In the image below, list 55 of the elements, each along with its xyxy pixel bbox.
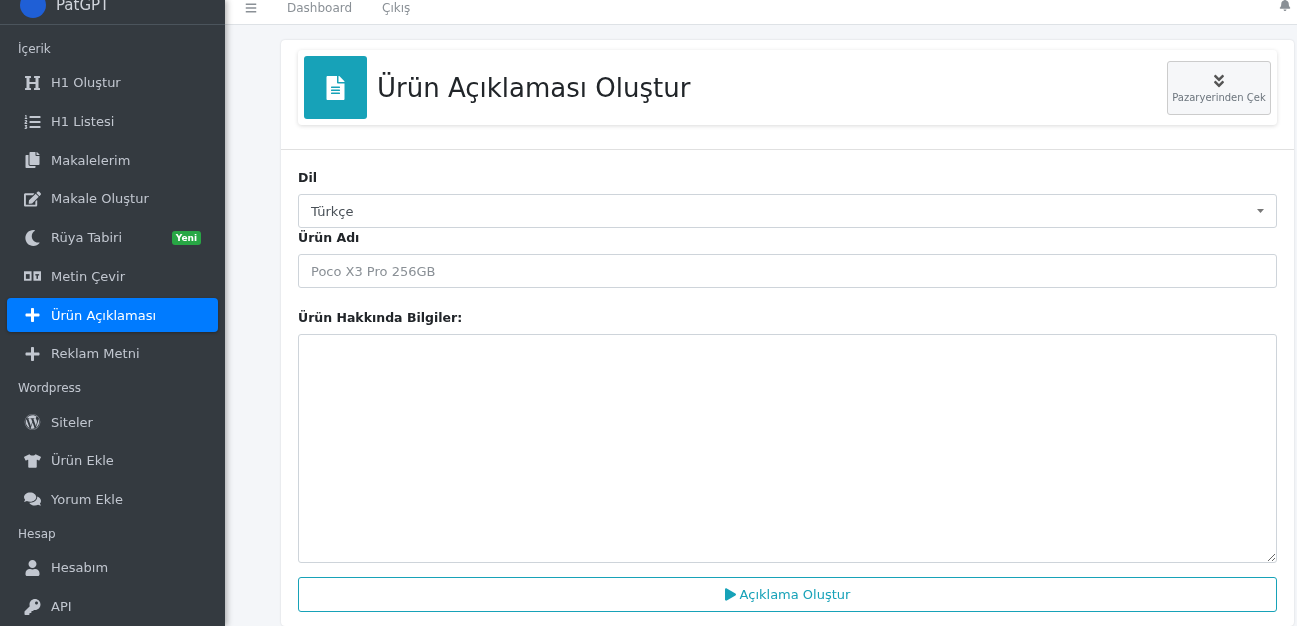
language-select[interactable]: Türkçe <box>298 194 1277 228</box>
menu-icon[interactable] <box>245 2 257 14</box>
bell-icon[interactable] <box>1279 0 1291 11</box>
field-label: Dil <box>298 170 318 185</box>
sidebar-item[interactable]: Yorum Ekle <box>7 482 218 517</box>
sidebar-item-label: Makale Oluştur <box>51 191 150 207</box>
sidebar-item-label: Rüya Tabiri <box>51 230 124 246</box>
sidebar-item-label: API <box>51 599 73 615</box>
sidebar-item[interactable]: Reklam Metni <box>7 336 218 372</box>
sidebar-item-label: Ürün Açıklaması <box>51 307 157 323</box>
sidebar-item-label: Ürün Ekle <box>51 453 115 469</box>
page-title: Ürün Açıklaması Oluştur <box>377 72 692 103</box>
input-field[interactable]: Poco X3 Pro 256GB <box>298 254 1277 288</box>
sidebar-item[interactable]: Makale Oluştur <box>7 181 218 217</box>
plus-icon <box>24 345 41 362</box>
sidebar-item-label: Hesabım <box>51 560 110 576</box>
sidebar-item-label: Yorum Ekle <box>51 492 124 507</box>
numbered-list-icon <box>24 113 41 130</box>
field-label: Ürün Adı <box>298 230 361 245</box>
wordpress-icon <box>24 414 41 431</box>
copy-icon <box>24 152 41 169</box>
edit-icon <box>24 190 41 207</box>
heading-icon <box>24 74 41 91</box>
sidebar-item[interactable]: H1 Oluştur <box>7 65 218 101</box>
new-badge: Yeni <box>171 230 201 245</box>
sidebar-item[interactable]: Siteler <box>7 404 218 440</box>
play-icon <box>724 588 736 601</box>
sidebar-item[interactable]: Ürün Açıklaması <box>7 297 218 333</box>
sidebar-section-header: İçerik <box>17 40 52 58</box>
plus-icon <box>24 307 41 323</box>
sidebar-item-label: Makalelerim <box>51 152 132 168</box>
sidebar-item[interactable]: Hesabım <box>7 550 218 586</box>
sidebar-item-label: H1 Listesi <box>51 114 116 130</box>
sidebar-item-label: Reklam Metni <box>51 346 141 362</box>
sidebar-item[interactable]: Metin Çevir <box>7 258 218 294</box>
sidebar-item[interactable]: H1 Listesi <box>7 104 218 139</box>
sidebar-item[interactable]: API <box>7 589 218 624</box>
sidebar-section-header: Hesap <box>17 525 57 543</box>
dropdown-caret-icon <box>1257 209 1264 213</box>
key-icon <box>24 598 41 615</box>
fetch-button[interactable]: Pazaryerinden Çek <box>1167 60 1271 115</box>
field-label: Ürün Hakkında Bilgiler: <box>298 310 464 325</box>
chat-bubbles-icon <box>24 491 41 508</box>
user-icon <box>24 559 41 576</box>
double-chevron-icon <box>1212 72 1226 89</box>
sidebar-section-header: Wordpress <box>17 379 83 397</box>
sidebar-item-label: Metin Çevir <box>51 268 127 284</box>
document-icon <box>304 56 367 119</box>
sidebar-item-label: H1 Oluştur <box>51 75 122 91</box>
shirt-icon <box>24 452 41 469</box>
sidebar-item[interactable]: Ürün Ekle <box>7 443 218 479</box>
sidebar-item[interactable]: Makalelerim <box>7 142 218 178</box>
sidebar-item-label: Siteler <box>51 414 94 430</box>
sidebar-item[interactable]: Rüya Tabiri Yeni <box>7 220 218 255</box>
moon-icon <box>24 229 41 246</box>
